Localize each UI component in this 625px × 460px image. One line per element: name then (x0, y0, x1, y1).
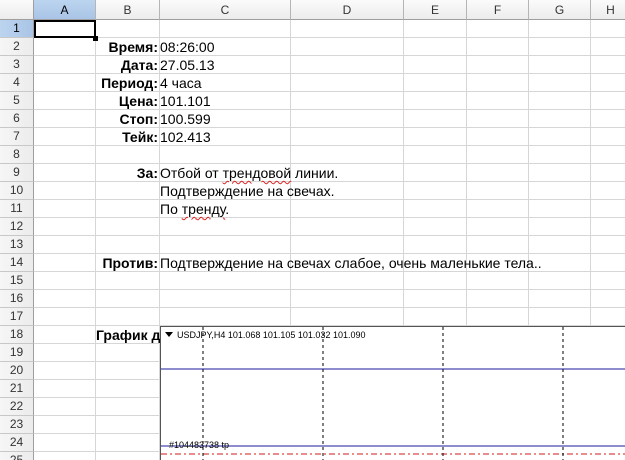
pro-line-3[interactable]: По тренду. (160, 200, 229, 218)
grid-line (34, 235, 625, 236)
date-value[interactable]: 27.05.13 (160, 56, 215, 74)
row-header[interactable]: 8 (0, 146, 34, 164)
period-value[interactable]: 4 часа (160, 74, 202, 92)
price-value[interactable]: 101.101 (160, 92, 211, 110)
pro-line-1[interactable]: Отбой от трендовой линии. (160, 164, 338, 182)
column-header-d[interactable]: D (291, 0, 404, 20)
time-label: Время: (108, 39, 158, 55)
column-header-a[interactable]: A (34, 0, 96, 20)
pro-line-1-start: Отбой от (160, 165, 223, 181)
row-header[interactable]: 16 (0, 290, 34, 308)
column-header-c[interactable]: C (160, 0, 291, 20)
row-header[interactable]: 23 (0, 416, 34, 434)
price-label: Цена: (118, 93, 158, 109)
spellcheck-word: тренду (181, 201, 226, 217)
row-header[interactable]: 21 (0, 380, 34, 398)
row-header[interactable]: 5 (0, 92, 34, 110)
row-header[interactable]: 11 (0, 200, 34, 218)
order-label: #104483738 tp (169, 440, 230, 450)
row-header[interactable]: 15 (0, 272, 34, 290)
row-header[interactable]: 13 (0, 236, 34, 254)
take-value[interactable]: 102.413 (160, 128, 211, 146)
stop-label: Стоп: (119, 111, 158, 127)
chart-label: График до: (96, 327, 174, 343)
embedded-chart-image[interactable]: USDJPY,H4 101.068 101.105 101.032 101.09… (160, 326, 625, 460)
chart-symbol-header: USDJPY,H4 101.068 101.105 101.032 101.09… (165, 330, 366, 340)
column-header-e[interactable]: E (404, 0, 467, 20)
spellcheck-word: трендовой (222, 165, 292, 181)
take-label: Тейк: (122, 129, 158, 145)
select-all-corner[interactable] (0, 0, 34, 20)
column-header-b[interactable]: B (96, 0, 160, 20)
column-header-h[interactable]: H (591, 0, 625, 20)
row-header[interactable]: 1 (0, 20, 34, 38)
pro-label: За: (136, 165, 158, 181)
row-header[interactable]: 9 (0, 164, 34, 182)
period-label: Период: (101, 75, 158, 91)
column-header-f[interactable]: F (467, 0, 529, 20)
contra-value[interactable]: Подтверждение на свечах слабое, очень ма… (160, 254, 542, 272)
date-label: Дата: (120, 57, 158, 73)
row-header[interactable]: 19 (0, 344, 34, 362)
row-header[interactable]: 14 (0, 254, 34, 272)
pro-line-3-end: . (225, 201, 230, 217)
contra-label: Против: (102, 255, 158, 271)
grid-line (34, 307, 625, 308)
time-value[interactable]: 08:26:00 (160, 38, 215, 56)
row-header[interactable]: 4 (0, 74, 34, 92)
row-header[interactable]: 7 (0, 128, 34, 146)
cell-cursor[interactable] (34, 20, 96, 38)
dropdown-triangle-icon (165, 332, 173, 337)
pro-line-1-end: линии. (291, 165, 339, 181)
row-header[interactable]: 17 (0, 308, 34, 326)
chart-lines (161, 327, 625, 460)
row-header[interactable]: 25 (0, 452, 34, 460)
row-header[interactable]: 22 (0, 398, 34, 416)
row-header[interactable]: 10 (0, 182, 34, 200)
pro-line-3-start: По (160, 201, 182, 217)
row-header[interactable]: 12 (0, 218, 34, 236)
row-header[interactable]: 6 (0, 110, 34, 128)
column-header-g[interactable]: G (529, 0, 591, 20)
chart-symbol-text: USDJPY,H4 101.068 101.105 101.032 101.09… (177, 330, 366, 340)
grid-line (34, 217, 625, 218)
row-header[interactable]: 3 (0, 56, 34, 74)
stop-value[interactable]: 100.599 (160, 110, 211, 128)
row-header[interactable]: 24 (0, 434, 34, 452)
spreadsheet: A B C D E F G H 1 2 3 4 5 6 7 8 9 10 11 12 13 14 15 16 1… (0, 0, 625, 460)
row-header[interactable]: 20 (0, 362, 34, 380)
row-header[interactable]: 18 (0, 326, 34, 344)
grid-line (34, 289, 625, 290)
row-header[interactable]: 2 (0, 38, 34, 56)
pro-line-2[interactable]: Подтверждение на свечах. (160, 182, 335, 200)
